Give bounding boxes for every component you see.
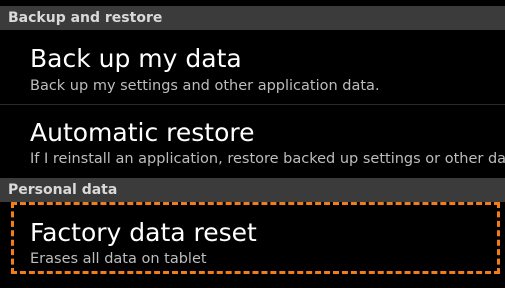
preference-title: Factory data reset (30, 218, 257, 247)
preference-summary: Back up my settings and other applicatio… (30, 78, 380, 94)
settings-screen: Backup and restore Back up my data Back … (0, 0, 505, 288)
preference-summary: Erases all data on tablet (30, 251, 207, 267)
preference-back-up-my-data[interactable]: Back up my data Back up my settings and … (0, 30, 505, 104)
section-header-personal-data: Personal data (0, 178, 505, 202)
preference-automatic-restore[interactable]: Automatic restore If I reinstall an appl… (0, 105, 505, 180)
preference-summary: If I reinstall an application, restore b… (30, 151, 505, 167)
section-header-backup-and-restore: Backup and restore (0, 6, 505, 30)
preference-title: Back up my data (30, 44, 242, 73)
preference-title: Automatic restore (30, 118, 255, 147)
preference-factory-data-reset[interactable]: Factory data reset Erases all data on ta… (0, 203, 505, 273)
